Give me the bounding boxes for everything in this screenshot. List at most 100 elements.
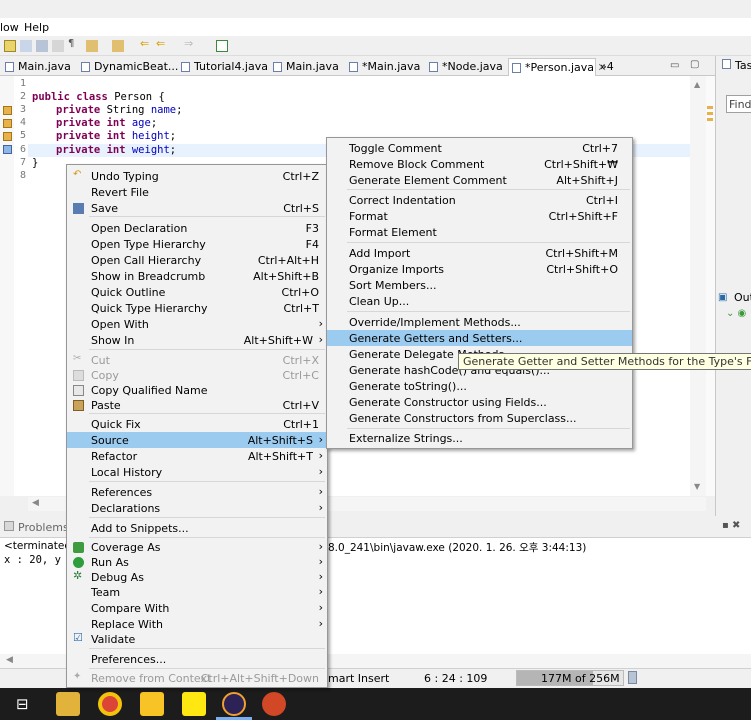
tab-main-java-modified[interactable]: *Main.java — [346, 58, 424, 76]
tab-person-java[interactable]: *Person.java ✕ — [508, 58, 607, 76]
menu-item-open-declaration[interactable]: Open Declaration F3 — [67, 220, 327, 236]
menu-item-replace-with[interactable]: Replace With › — [67, 616, 327, 632]
overview-marker[interactable] — [707, 118, 713, 121]
tab-overflow[interactable]: »4 — [596, 58, 618, 76]
menu-item-declarations[interactable]: Declarations › — [67, 500, 327, 516]
submenu-item-override-implement[interactable]: Override/Implement Methods... — [327, 314, 632, 330]
submenu-item-generate-constructors-superclass[interactable]: Generate Constructors from Superclass... — [327, 410, 632, 426]
submenu-item-toggle-comment[interactable]: Toggle Comment Ctrl+7 — [327, 140, 632, 156]
code-line-5: private int height; — [56, 130, 177, 142]
submenu-item-generate-getters-setters[interactable]: Generate Getters and Setters... — [327, 330, 632, 346]
menu-item-local-history[interactable]: Local History › — [67, 464, 327, 480]
menu-window[interactable]: low — [0, 21, 19, 34]
submenu-item-remove-block-comment[interactable]: Remove Block Comment Ctrl+Shift+₩ — [327, 156, 632, 172]
tab-main-java[interactable]: Main.java — [2, 58, 75, 76]
menu-item-paste[interactable]: Paste Ctrl+V — [67, 397, 327, 413]
menu-item-compare-with[interactable]: Compare With › — [67, 600, 327, 616]
mark-occurrences-icon[interactable] — [36, 40, 48, 52]
submenu-item-sort-members[interactable]: Sort Members... — [327, 277, 632, 293]
next-annotation-icon[interactable] — [86, 40, 98, 52]
show-whitespace-icon[interactable]: ¶ — [68, 38, 80, 50]
menu-item-debug-as[interactable]: ✲ Debug As › — [67, 569, 327, 585]
menu-item-undo-typing[interactable]: ↶ Undo Typing Ctrl+Z — [67, 168, 327, 184]
warning-marker-icon[interactable] — [3, 119, 12, 128]
menu-item-run-as[interactable]: Run As › — [67, 554, 327, 570]
menu-item-copy[interactable]: Copy Ctrl+C — [67, 367, 327, 383]
task-list-tab[interactable]: Task — [735, 59, 751, 72]
java-file-icon — [512, 63, 521, 73]
menu-item-open-call-hierarchy[interactable]: Open Call Hierarchy Ctrl+Alt+H — [67, 252, 327, 268]
editor-vertical-scrollbar[interactable]: ▲ ▼ — [690, 76, 706, 496]
tab-dynamicbeat[interactable]: DynamicBeat... — [78, 58, 182, 76]
warning-marker-icon[interactable] — [3, 132, 12, 141]
submenu-item-generate-element-comment[interactable]: Generate Element Comment Alt+Shift+J — [327, 172, 632, 188]
chevron-right-icon: › — [318, 601, 323, 614]
kakaotalk-icon[interactable] — [182, 692, 206, 716]
submenu-item-externalize-strings[interactable]: Externalize Strings... — [327, 430, 632, 446]
menu-item-quick-outline[interactable]: Quick Outline Ctrl+O — [67, 284, 327, 300]
menu-help[interactable]: Help — [24, 21, 49, 34]
menu-item-show-in[interactable]: Show In Alt+Shift+W › — [67, 332, 327, 348]
maximize-icon[interactable]: ▢ — [690, 59, 699, 70]
menu-item-save[interactable]: Save Ctrl+S — [67, 200, 327, 216]
console-close-icon[interactable]: ▪ ✖ — [722, 520, 740, 531]
submenu-item-organize-imports[interactable]: Organize Imports Ctrl+Shift+O — [327, 261, 632, 277]
menu-item-references[interactable]: References › — [67, 484, 327, 500]
menu-item-source[interactable]: Source Alt+Shift+S › — [67, 432, 327, 448]
minimize-icon[interactable]: ▭ — [670, 60, 679, 71]
garbage-collect-icon[interactable] — [628, 671, 637, 684]
menu-item-add-to-snippets[interactable]: Add to Snippets... — [67, 520, 327, 536]
edit-icon[interactable] — [4, 40, 16, 52]
toggle-icon[interactable] — [20, 40, 32, 52]
menu-item-copy-qualified-name[interactable]: Copy Qualified Name — [67, 382, 327, 398]
menu-item-show-in-breadcrumb[interactable]: Show in Breadcrumb Alt+Shift+B — [67, 268, 327, 284]
menu-item-validate[interactable]: ☑ Validate — [67, 631, 327, 647]
submenu-item-correct-indentation[interactable]: Correct Indentation Ctrl+I — [327, 192, 632, 208]
forward-icon[interactable]: ⇒ — [184, 37, 196, 50]
file-explorer-icon[interactable] — [56, 692, 80, 716]
tab-problems[interactable]: Problems — [18, 521, 69, 534]
menu-item-cut[interactable]: ✂ Cut Ctrl+X — [67, 352, 327, 368]
menu-item-team[interactable]: Team › — [67, 584, 327, 600]
chrome-icon[interactable] — [98, 692, 122, 716]
submenu-item-format[interactable]: Format Ctrl+Shift+F — [327, 208, 632, 224]
sticky-notes-icon[interactable] — [140, 692, 164, 716]
menu-item-revert-file[interactable]: Revert File — [67, 184, 327, 200]
tab-tutorial4[interactable]: Tutorial4.java — [178, 58, 272, 76]
eclipse-icon[interactable] — [222, 692, 246, 716]
menu-item-remove-from-context[interactable]: ✦ Remove from Context Ctrl+Alt+Shift+Down — [67, 670, 327, 686]
menu-item-refactor[interactable]: Refactor Alt+Shift+T › — [67, 448, 327, 464]
submenu-item-format-element[interactable]: Format Element — [327, 224, 632, 240]
scroll-down-icon[interactable]: ▼ — [694, 482, 700, 491]
outline-tab[interactable]: Out — [734, 291, 751, 304]
prev-annotation-icon[interactable] — [112, 40, 124, 52]
overview-marker[interactable] — [707, 112, 713, 115]
menu-item-quick-type-hierarchy[interactable]: Quick Type Hierarchy Ctrl+T — [67, 300, 327, 316]
menu-item-preferences[interactable]: Preferences... — [67, 651, 327, 667]
menu-item-open-with[interactable]: Open With › — [67, 316, 327, 332]
task-view-icon[interactable]: ⊟ — [16, 695, 29, 713]
warning-marker-icon[interactable] — [3, 106, 12, 115]
heap-status[interactable]: 177M of 256M — [516, 670, 624, 686]
submenu-item-clean-up[interactable]: Clean Up... — [327, 293, 632, 309]
scroll-left-icon[interactable]: ◀ — [6, 655, 13, 665]
last-edit-icon[interactable]: ⇐ — [140, 37, 152, 50]
tab-node-java[interactable]: *Node.java — [426, 58, 507, 76]
submenu-item-add-import[interactable]: Add Import Ctrl+Shift+M — [327, 245, 632, 261]
pin-editor-icon[interactable] — [216, 40, 228, 52]
submenu-item-generate-tostring[interactable]: Generate toString()... — [327, 378, 632, 394]
find-input[interactable]: Find — [726, 95, 751, 113]
menu-item-coverage-as[interactable]: Coverage As › — [67, 539, 327, 555]
scroll-left-icon[interactable]: ◀ — [32, 498, 39, 508]
overview-marker[interactable] — [707, 106, 713, 109]
scroll-up-icon[interactable]: ▲ — [694, 80, 700, 89]
menu-item-open-type-hierarchy[interactable]: Open Type Hierarchy F4 — [67, 236, 327, 252]
quick-fix-marker-icon[interactable] — [3, 145, 12, 154]
submenu-item-generate-constructor-fields[interactable]: Generate Constructor using Fields... — [327, 394, 632, 410]
back-icon[interactable]: ⇐ — [156, 37, 168, 50]
block-select-icon[interactable] — [52, 40, 64, 52]
menu-item-quick-fix[interactable]: Quick Fix Ctrl+1 — [67, 416, 327, 432]
powerpoint-icon[interactable] — [262, 692, 286, 716]
menu-separator — [89, 481, 325, 482]
tab-main-java-2[interactable]: Main.java — [270, 58, 343, 76]
